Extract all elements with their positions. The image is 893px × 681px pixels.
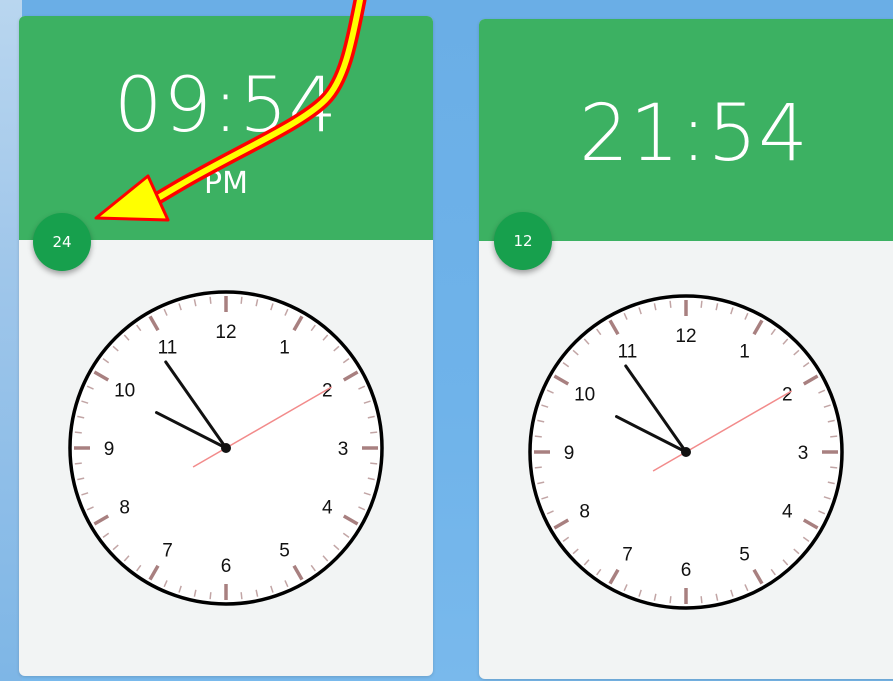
analog-clock: 121234567891011 <box>68 290 384 606</box>
dial-number: 9 <box>564 443 575 464</box>
clock-tick <box>830 435 838 438</box>
clock-tick <box>669 596 672 604</box>
clock-tick <box>700 596 703 604</box>
clock-card-24h: 21:54 12 12 1 2 3 4 5 6 7 8 9 10 11 <box>479 19 893 679</box>
dial-number: 1 <box>739 342 750 363</box>
clock-tick <box>669 300 672 308</box>
time-header: 21:54 <box>479 19 893 241</box>
clock-tick <box>370 462 378 465</box>
clock-tick <box>74 431 82 434</box>
dial-number: 9 <box>104 439 115 460</box>
dial-number: 7 <box>622 544 633 565</box>
dial-number: 3 <box>338 439 349 460</box>
dial-number: 8 <box>579 502 590 523</box>
clock-tick <box>209 592 212 600</box>
clock-tick <box>240 592 243 600</box>
center-pin <box>681 447 691 457</box>
clock-tick <box>240 296 243 304</box>
dial-number: 3 <box>798 443 809 464</box>
ampm-label: PM <box>204 166 248 201</box>
toggle-12h-button[interactable]: 12 <box>494 212 552 270</box>
analog-clock: 121234567891011 <box>528 294 844 610</box>
dial-number: 6 <box>681 560 692 581</box>
dial-number: 11 <box>158 338 178 359</box>
dial-number: 12 <box>675 326 696 347</box>
dial-number: 8 <box>119 498 130 519</box>
clock-tick <box>370 431 378 434</box>
digital-time: 09:54 <box>113 60 339 149</box>
dial-number: 6 <box>221 556 232 577</box>
clock-tick <box>534 466 542 469</box>
dial-number: 10 <box>574 385 595 406</box>
digital-time: 21:54 <box>579 89 809 179</box>
dial-number: 4 <box>322 498 333 519</box>
clock-tick <box>534 435 542 438</box>
dial-number: 5 <box>739 544 750 565</box>
dial-number: 12 <box>215 322 236 343</box>
clock-card-12h: 09:54 PM 24 12 1 2 3 4 5 6 7 8 9 10 11 <box>19 16 433 676</box>
dial-number: 4 <box>782 502 793 523</box>
dial-number: 7 <box>162 540 173 561</box>
dial-number: 1 <box>279 338 290 359</box>
toggle-24h-button[interactable]: 24 <box>33 213 91 271</box>
time-header: 09:54 PM <box>19 16 433 240</box>
clock-tick <box>74 462 82 465</box>
dial-number: 10 <box>114 381 135 402</box>
clock-tick <box>830 466 838 469</box>
clock-tick <box>700 300 703 308</box>
dial-number: 11 <box>618 342 638 363</box>
dial-number: 5 <box>279 540 290 561</box>
center-pin <box>221 443 231 453</box>
clock-tick <box>209 296 212 304</box>
